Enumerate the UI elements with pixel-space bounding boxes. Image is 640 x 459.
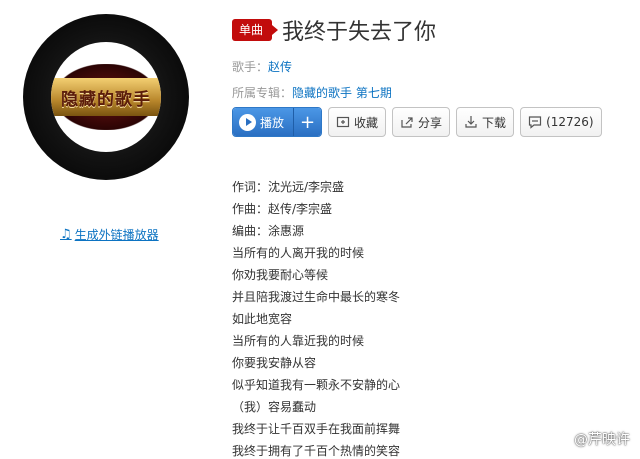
comment-icon bbox=[528, 115, 542, 129]
comments-button[interactable]: (12726) bbox=[520, 107, 602, 137]
lyric-line: 我终于拥有了千百个热情的笑容 bbox=[232, 444, 401, 458]
download-label: 下载 bbox=[482, 115, 507, 130]
song-header: 单曲 我终于失去了你 bbox=[232, 14, 436, 46]
show-logo: 隐藏的歌手 bbox=[51, 78, 161, 116]
disc-label: 隐藏的歌手 bbox=[51, 42, 161, 152]
album-label: 所属专辑： bbox=[232, 86, 293, 100]
lyrics-panel: 作词：沈光远/李宗盛 作曲：赵传/李宗盛 编曲：涂惠源 当所有的人离开我的时候 … bbox=[232, 176, 400, 459]
singer-label: 歌手： bbox=[232, 60, 269, 74]
external-player-link[interactable]: ♫ 生成外链播放器 bbox=[60, 226, 159, 243]
action-toolbar: 播放 + 收藏 分享 下载 (12726) bbox=[232, 107, 602, 137]
play-button[interactable]: 播放 bbox=[233, 108, 294, 136]
comments-count: (12726) bbox=[546, 115, 594, 129]
lyric-line: 作词：沈光远/李宗盛 bbox=[232, 180, 345, 194]
collect-label: 收藏 bbox=[354, 115, 379, 130]
collect-button[interactable]: 收藏 bbox=[328, 107, 387, 137]
single-badge: 单曲 bbox=[232, 19, 279, 41]
play-icon bbox=[239, 113, 256, 131]
lyric-line: 当所有的人离开我的时候 bbox=[232, 246, 365, 260]
external-player-label: 生成外链播放器 bbox=[74, 228, 159, 242]
collect-icon bbox=[336, 115, 350, 129]
lyric-line: 我终于让千百双手在我面前挥舞 bbox=[232, 422, 401, 436]
album-cover: 隐藏的歌手 bbox=[16, 12, 192, 208]
play-label: 播放 bbox=[260, 115, 285, 130]
lyric-line: 似乎知道我有一颗永不安静的心 bbox=[232, 378, 401, 392]
share-icon bbox=[400, 115, 414, 129]
singer-row: 歌手：赵传 bbox=[232, 58, 292, 75]
album-row: 所属专辑：隐藏的歌手 第七期 bbox=[232, 84, 392, 101]
lyric-line: 你劝我要耐心等候 bbox=[232, 268, 329, 282]
album-link[interactable]: 隐藏的歌手 第七期 bbox=[292, 86, 392, 100]
download-button[interactable]: 下载 bbox=[456, 107, 515, 137]
lyric-line: 当所有的人靠近我的时候 bbox=[232, 334, 365, 348]
lyric-line: 如此地宽容 bbox=[232, 312, 293, 326]
watermark-text: @芹映许 bbox=[574, 432, 630, 448]
add-to-playlist-button[interactable]: + bbox=[293, 108, 322, 136]
lyric-line: 你要我安静从容 bbox=[232, 356, 317, 370]
share-label: 分享 bbox=[418, 115, 443, 130]
lyric-line: 作曲：赵传/李宗盛 bbox=[232, 202, 333, 216]
lyric-line: 并且陪我渡过生命中最长的寒冬 bbox=[232, 290, 401, 304]
lyric-line: 编曲：涂惠源 bbox=[232, 224, 305, 238]
share-button[interactable]: 分享 bbox=[392, 107, 451, 137]
play-group: 播放 + bbox=[232, 107, 323, 137]
singer-link[interactable]: 赵传 bbox=[268, 60, 292, 74]
song-title: 我终于失去了你 bbox=[282, 20, 437, 45]
download-icon bbox=[464, 115, 478, 129]
vinyl-disc: 隐藏的歌手 bbox=[23, 14, 189, 180]
music-note-icon: ♫ bbox=[60, 227, 72, 242]
watermark: @芹映许 bbox=[574, 429, 630, 449]
lyric-line: （我）容易蠢动 bbox=[232, 400, 317, 414]
